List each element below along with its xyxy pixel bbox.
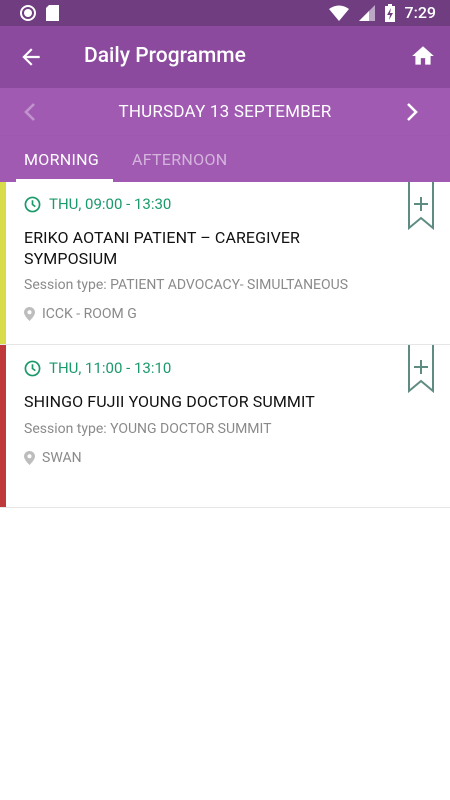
bookmark-add-icon[interactable] xyxy=(408,345,434,393)
session-color-stripe xyxy=(0,182,6,344)
arrow-left-icon[interactable] xyxy=(18,44,44,70)
session-color-stripe xyxy=(0,345,6,507)
signal-icon xyxy=(358,4,375,21)
bookmark-add-icon[interactable] xyxy=(408,182,434,230)
circle-notification-icon xyxy=(20,5,36,21)
session-card[interactable]: THU, 09:00 - 13:30 ERIKO AOTANI PATIENT … xyxy=(0,182,450,345)
session-type: Session type: YOUNG DOCTOR SUMMIT xyxy=(24,421,272,437)
app-bar: Daily Programme xyxy=(0,26,450,88)
selected-date: THURSDAY 13 SEPTEMBER xyxy=(118,102,332,122)
session-location-row: ICCK - ROOM G xyxy=(24,306,137,322)
page-title: Daily Programme xyxy=(84,44,246,68)
status-bar: 7:29 xyxy=(0,0,450,26)
sd-card-icon xyxy=(46,5,59,21)
location-pin-icon xyxy=(24,307,35,321)
session-card[interactable]: THU, 11:00 - 13:10 SHINGO FUJII YOUNG DO… xyxy=(0,345,450,508)
session-time-row: THU, 11:00 - 13:10 xyxy=(24,359,171,377)
wifi-icon xyxy=(328,5,349,21)
location-pin-icon xyxy=(24,451,35,465)
tab-bar: MORNING AFTERNOON xyxy=(0,136,450,182)
session-location: ICCK - ROOM G xyxy=(42,306,137,322)
chevron-right-icon[interactable] xyxy=(402,100,422,124)
home-icon[interactable] xyxy=(410,43,436,69)
date-navigation: THURSDAY 13 SEPTEMBER xyxy=(0,88,450,136)
session-time-row: THU, 09:00 - 13:30 xyxy=(24,195,171,213)
tab-afternoon[interactable]: AFTERNOON xyxy=(132,150,227,169)
battery-charging-icon xyxy=(384,3,395,22)
session-time: THU, 11:00 - 13:10 xyxy=(49,359,172,377)
session-location-row: SWAN xyxy=(24,450,82,466)
session-title: SHINGO FUJII YOUNG DOCTOR SUMMIT xyxy=(24,392,315,411)
session-time: THU, 09:00 - 13:30 xyxy=(49,195,172,213)
session-title: ERIKO AOTANI PATIENT – CAREGIVER SYMPOSI… xyxy=(24,228,301,268)
status-time: 7:29 xyxy=(404,3,437,22)
clock-icon xyxy=(24,360,41,376)
clock-icon xyxy=(24,196,41,212)
session-type: Session type: PATIENT ADVOCACY- SIMULTAN… xyxy=(24,277,349,293)
tab-morning[interactable]: MORNING xyxy=(24,150,99,169)
session-location: SWAN xyxy=(42,450,82,466)
